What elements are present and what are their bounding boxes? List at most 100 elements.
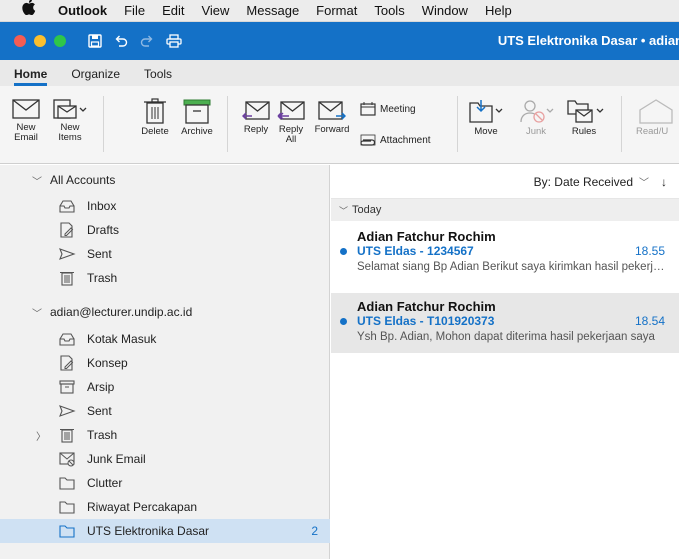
print-icon[interactable] [166,34,182,48]
forward-button[interactable]: Forward [312,100,352,135]
inbox-icon [59,333,75,346]
rules-button[interactable]: Rules [562,98,606,137]
tab-tools[interactable]: Tools [144,67,172,86]
message-preview: Selamat siang Bp Adian Berikut saya kiri… [357,261,667,273]
attachment-button[interactable]: Attachment [360,134,431,146]
folder-uts-elektronika-dasar[interactable]: UTS Elektronika Dasar 2 [0,519,330,543]
new-items-icon [53,99,87,119]
move-folder-icon [469,100,503,123]
meeting-button[interactable]: Meeting [360,102,416,116]
forward-icon [318,101,347,120]
sort-direction-icon[interactable]: ↓ [661,175,667,189]
archive-button[interactable]: Archive [176,98,218,137]
all-accounts-header[interactable]: ﹀ All Accounts [0,168,330,192]
message-list: By: Date Received ﹀ ↓ ﹀ Today Adian Fatc… [331,165,679,559]
message-time: 18.54 [634,314,665,328]
ribbon-divider [227,96,228,152]
window-title: UTS Elektronika Dasar • adian [497,33,679,48]
menu-window[interactable]: Window [422,0,468,22]
tab-home[interactable]: Home [14,67,48,86]
message-preview: Ysh Bp. Adian, Mohon dapat diterima hasi… [357,331,655,343]
message-item[interactable]: Adian Fatchur Rochim UTS Eldas - 1234567… [331,223,679,281]
folder-icon [59,477,75,490]
folder-riwayat-percakapan[interactable]: Riwayat Percakapan [0,495,330,519]
folder-kotak-masuk[interactable]: Kotak Masuk [0,327,330,351]
folder-sent[interactable]: Sent [0,242,330,266]
drafts-icon [60,355,74,371]
menu-outlook[interactable]: Outlook [58,0,107,22]
folder-konsep[interactable]: Konsep [0,351,330,375]
tab-organize[interactable]: Organize [71,67,120,86]
folder-drafts[interactable]: Drafts [0,218,330,242]
close-window-button[interactable] [14,35,26,47]
new-items-button[interactable]: New Items [48,98,92,143]
menu-format[interactable]: Format [316,0,357,22]
window-controls [14,35,66,47]
trash-icon [60,429,74,443]
account-header[interactable]: ﹀ adian@lecturer.undip.ac.id [0,300,330,324]
folder-trash[interactable]: Trash [0,266,330,290]
folder-arsip[interactable]: Arsip [0,375,330,399]
read-unread-button[interactable]: Read/U [636,98,679,137]
reply-all-button[interactable]: Reply All [274,100,308,145]
envelope-open-icon [639,99,673,124]
undo-icon[interactable] [114,34,128,48]
apple-icon[interactable] [22,0,40,22]
reply-button[interactable]: Reply [240,100,272,135]
rules-icon [567,100,604,123]
move-button[interactable]: Move [468,98,504,137]
message-subject: UTS Eldas - 1234567 [357,244,474,258]
group-header-today[interactable]: ﹀ Today [331,199,679,221]
message-item-selected[interactable]: Adian Fatchur Rochim UTS Eldas - T101920… [331,293,679,353]
chevron-down-icon[interactable]: ﹀ [339,204,348,217]
chevron-down-icon[interactable]: ﹀ [639,174,649,189]
folder-clutter[interactable]: Clutter [0,471,330,495]
unread-dot-icon [340,318,347,325]
sent-icon [59,248,76,260]
ribbon-tabs: Home Organize Tools [0,60,679,86]
save-icon[interactable] [88,34,102,48]
delete-button[interactable]: Delete [136,98,174,137]
message-subject: UTS Eldas - T101920373 [357,314,495,328]
paperclip-icon [360,134,376,146]
ribbon-divider [621,96,622,152]
unread-count-badge: 2 [311,524,318,538]
menu-view[interactable]: View [201,0,229,22]
ribbon-divider [103,96,104,152]
sent-icon [59,405,76,417]
ribbon-toolbar: New Email New Items Delete Archive Reply… [0,86,679,164]
minimize-window-button[interactable] [34,35,46,47]
calendar-icon [360,102,376,116]
junk-button[interactable]: Junk [516,98,556,137]
junk-icon [520,100,554,123]
menu-help[interactable]: Help [485,0,512,22]
folder-junk-email[interactable]: Junk Email [0,447,330,471]
menu-edit[interactable]: Edit [162,0,184,22]
chevron-down-icon[interactable]: ﹀ [32,173,42,188]
sort-by-dropdown[interactable]: By: Date Received [534,175,633,189]
trash-icon [60,272,74,286]
macos-menu-bar: Outlook File Edit View Message Format To… [0,0,679,22]
folder-sent[interactable]: Sent [0,399,330,423]
envelope-icon [12,99,40,119]
drafts-icon [60,222,74,238]
redo-icon [140,34,154,48]
new-email-button[interactable]: New Email [8,98,44,143]
folder-icon [59,525,75,538]
ribbon-divider [457,96,458,152]
chevron-down-icon[interactable]: ﹀ [32,305,42,320]
reply-all-icon [277,101,305,120]
message-sender: Adian Fatchur Rochim [357,229,496,244]
junk-email-icon [59,452,75,467]
unread-dot-icon [340,248,347,255]
menu-message[interactable]: Message [246,0,299,22]
folder-icon [59,501,75,514]
chevron-right-icon[interactable]: 〉 [36,428,46,443]
folder-trash[interactable]: 〉 Trash [0,423,330,447]
menu-tools[interactable]: Tools [374,0,404,22]
folder-inbox[interactable]: Inbox [0,194,330,218]
zoom-window-button[interactable] [54,35,66,47]
folder-pane: ﹀ All Accounts Inbox Drafts Sent Trash ﹀… [0,165,330,559]
sort-bar: By: Date Received ﹀ ↓ [331,165,679,199]
menu-file[interactable]: File [124,0,145,22]
